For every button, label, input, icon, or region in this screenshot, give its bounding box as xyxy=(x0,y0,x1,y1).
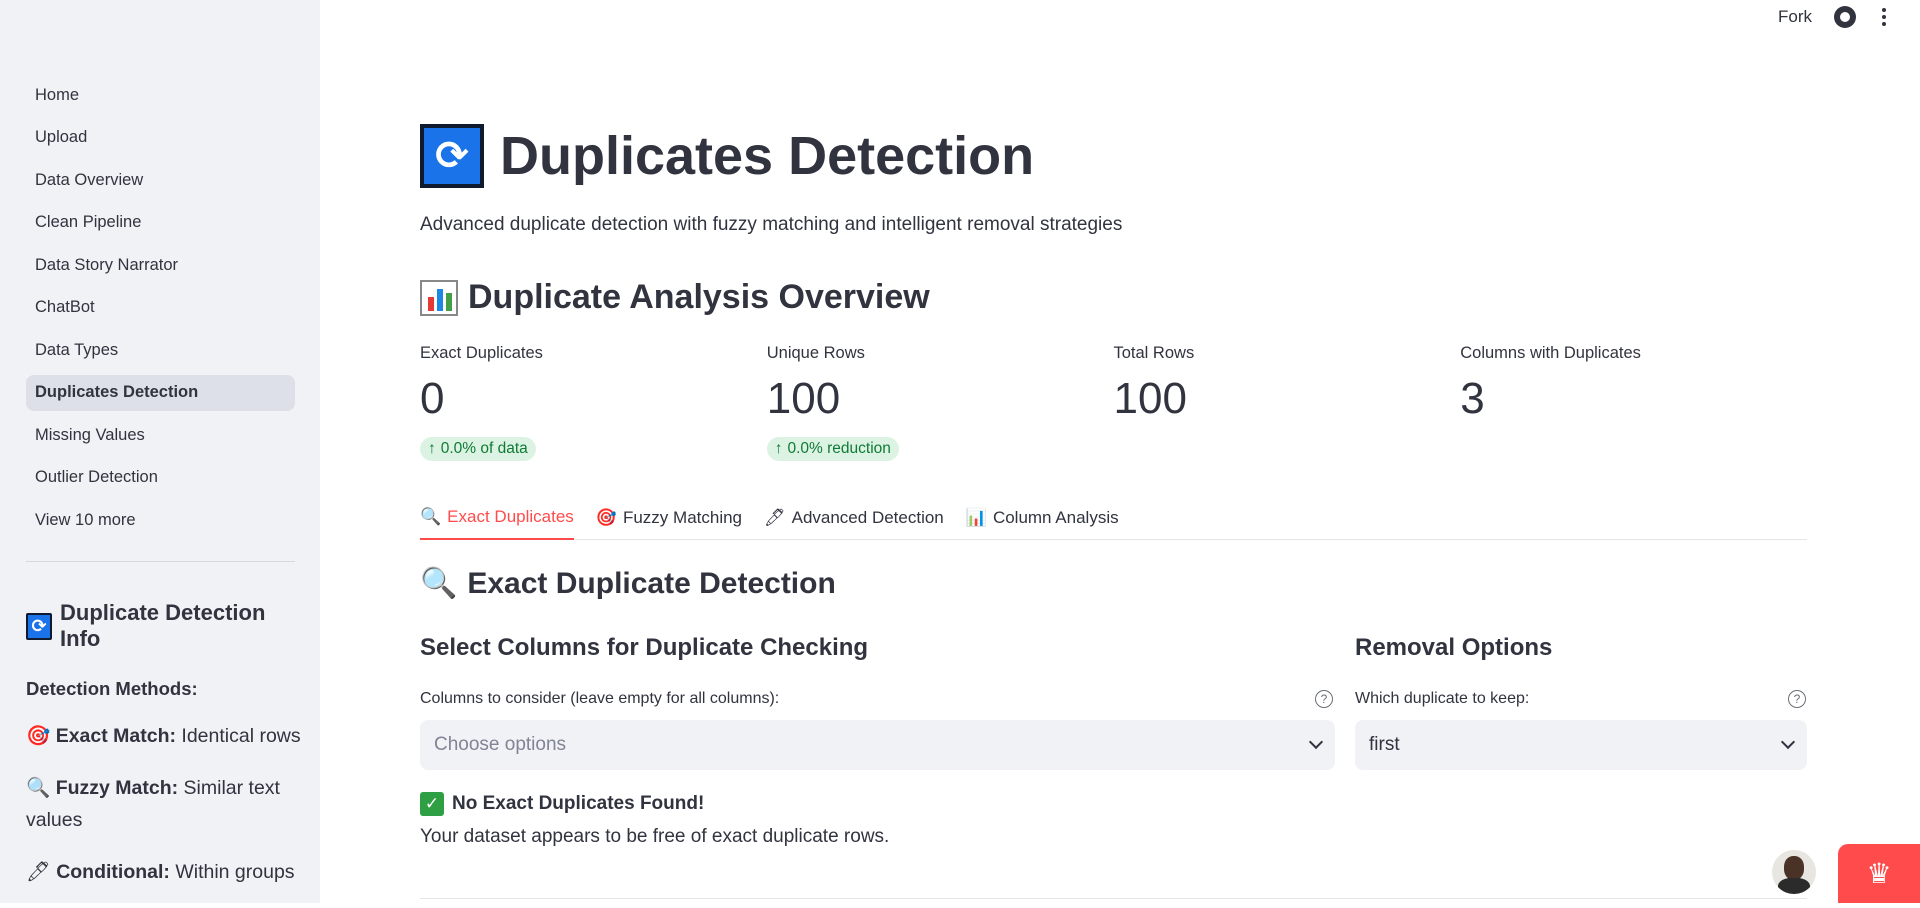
tab-fuzzy-matching[interactable]: 🎯 Fuzzy Matching xyxy=(596,494,742,540)
info-title-text: Duplicate Detection Info xyxy=(60,600,266,651)
page-title: ⟳ Duplicates Detection xyxy=(420,124,1034,188)
page-subtitle: Advanced duplicate detection with fuzzy … xyxy=(420,214,1123,235)
multiselect-placeholder: Choose options xyxy=(434,734,567,755)
metric-unique-rows: Unique Rows 100 ↑ 0.0% reduction xyxy=(766,344,1114,461)
duplicate-info-panel: ⟳ Duplicate Detection Info Detection Met… xyxy=(26,600,301,908)
tab-bar: 🔍 Exact Duplicates 🎯 Fuzzy Matching 🖊 Ad… xyxy=(420,494,1807,540)
magnifier-icon: 🔍 xyxy=(420,567,458,600)
metric-value: 100 xyxy=(766,374,841,423)
success-description: Your dataset appears to be free of exact… xyxy=(420,826,890,847)
tab-advanced-detection[interactable]: 🖊 Advanced Detection xyxy=(764,494,944,540)
sidebar-item-chatbot[interactable]: ChatBot xyxy=(26,290,295,326)
sidebar-item-data-types[interactable]: Data Types xyxy=(26,332,295,368)
keep-label: Which duplicate to keep: xyxy=(1355,690,1530,707)
success-title: No Exact Duplicates Found! xyxy=(452,793,705,814)
tab-label: Exact Duplicates xyxy=(447,507,574,526)
removal-options-heading: Removal Options xyxy=(1355,634,1553,661)
overview-title-text: Duplicate Analysis Overview xyxy=(468,278,930,316)
sidebar-item-upload[interactable]: Upload xyxy=(26,120,295,156)
bar-chart-icon xyxy=(420,279,458,316)
metric-total-rows: Total Rows 100 xyxy=(1114,344,1461,461)
header-toolbar: Fork xyxy=(1778,6,1890,28)
bar-chart-icon: 📊 xyxy=(965,508,987,527)
help-icon[interactable]: ? xyxy=(1315,690,1333,708)
overview-title: Duplicate Analysis Overview xyxy=(420,278,930,317)
method-name: Fuzzy Match: xyxy=(55,777,179,799)
chevron-down-icon xyxy=(1308,734,1324,750)
sidebar-item-data-story-narrator[interactable]: Data Story Narrator xyxy=(26,247,295,283)
metric-value: 3 xyxy=(1460,374,1485,423)
arrow-up-icon: ↑ xyxy=(774,440,783,457)
metric-delta: ↑ 0.0% of data xyxy=(420,437,536,461)
metric-columns-with-duplicates: Columns with Duplicates 3 xyxy=(1460,344,1807,461)
metric-label: Total Rows xyxy=(1113,344,1195,362)
metric-value: 0 xyxy=(420,374,445,423)
crown-icon[interactable]: ♛ xyxy=(1838,844,1920,903)
tab-label: Fuzzy Matching xyxy=(622,508,743,527)
sidebar-divider xyxy=(26,561,295,562)
sidebar-item-data-overview[interactable]: Data Overview xyxy=(26,162,295,198)
fork-button[interactable]: Fork xyxy=(1778,7,1812,27)
method-name: Exact Match: xyxy=(55,725,176,747)
exact-heading-text: Exact Duplicate Detection xyxy=(467,566,836,600)
divider xyxy=(420,898,1807,899)
metric-value: 100 xyxy=(1113,374,1187,423)
sidebar-item-duplicates-detection[interactable]: Duplicates Detection xyxy=(26,374,295,411)
pen-icon: 🖊 xyxy=(26,861,51,883)
metrics-row: Exact Duplicates 0 ↑ 0.0% of data Unique … xyxy=(420,344,1807,461)
metric-delta-text: 0.0% of data xyxy=(440,440,528,457)
metric-label: Exact Duplicates xyxy=(420,344,543,362)
tab-label: Advanced Detection xyxy=(791,508,944,527)
target-icon: 🎯 xyxy=(26,725,51,747)
arrow-up-icon: ↑ xyxy=(428,440,436,457)
metric-exact-duplicates: Exact Duplicates 0 ↑ 0.0% of data xyxy=(420,344,767,461)
check-icon: ✓ xyxy=(420,792,444,816)
avatar[interactable] xyxy=(1772,850,1816,894)
method-desc: Within groups xyxy=(169,861,295,883)
success-message: ✓ No Exact Duplicates Found! xyxy=(420,792,704,816)
info-title: ⟳ Duplicate Detection Info xyxy=(26,600,301,652)
methods-title: Detection Methods: xyxy=(26,678,198,699)
github-icon[interactable] xyxy=(1834,6,1856,28)
view-more-link[interactable]: View 10 more xyxy=(26,502,295,538)
sidebar-nav: Home Upload Data Overview Clean Pipeline… xyxy=(26,77,295,545)
sidebar-item-missing-values[interactable]: Missing Values xyxy=(26,417,295,453)
sidebar: Home Upload Data Overview Clean Pipeline… xyxy=(0,0,320,903)
metric-delta: ↑ 0.0% reduction xyxy=(766,437,899,461)
method-exact: 🎯 Exact Match: Identical rows xyxy=(26,720,301,752)
metric-label: Unique Rows xyxy=(766,344,865,362)
tab-column-analysis[interactable]: 📊 Column Analysis xyxy=(966,494,1119,540)
sync-icon: ⟳ xyxy=(420,124,484,188)
keep-select-value: first xyxy=(1369,734,1400,755)
columns-label: Columns to consider (leave empty for all… xyxy=(420,690,780,707)
sync-icon: ⟳ xyxy=(26,612,53,640)
page-title-text: Duplicates Detection xyxy=(500,126,1035,186)
exact-duplicate-heading: 🔍 Exact Duplicate Detection xyxy=(420,566,836,601)
method-conditional: 🖊 Conditional: Within groups xyxy=(26,856,301,888)
method-desc: Identical rows xyxy=(176,725,301,747)
sidebar-item-clean-pipeline[interactable]: Clean Pipeline xyxy=(26,205,295,241)
magnifier-icon: 🔍 xyxy=(26,777,51,799)
target-icon: 🎯 xyxy=(595,508,617,527)
columns-multiselect[interactable]: Choose options xyxy=(420,720,1335,770)
keep-select[interactable]: first xyxy=(1355,720,1807,770)
method-name: Conditional: xyxy=(56,861,170,883)
help-icon[interactable]: ? xyxy=(1788,690,1806,708)
sidebar-item-home[interactable]: Home xyxy=(26,77,295,113)
tab-label: Column Analysis xyxy=(992,508,1119,527)
pen-icon: 🖊 xyxy=(764,508,786,527)
magnifier-icon: 🔍 xyxy=(420,507,442,526)
method-fuzzy: 🔍 Fuzzy Match: Similar text values xyxy=(26,772,301,836)
columns-section-heading: Select Columns for Duplicate Checking xyxy=(420,634,869,661)
sidebar-item-outlier-detection[interactable]: Outlier Detection xyxy=(26,460,295,496)
chevron-down-icon xyxy=(1780,734,1796,750)
tab-exact-duplicates[interactable]: 🔍 Exact Duplicates xyxy=(420,494,574,540)
metric-delta-text: 0.0% reduction xyxy=(787,440,891,457)
kebab-menu-icon[interactable] xyxy=(1878,8,1890,26)
metric-label: Columns with Duplicates xyxy=(1460,344,1641,362)
